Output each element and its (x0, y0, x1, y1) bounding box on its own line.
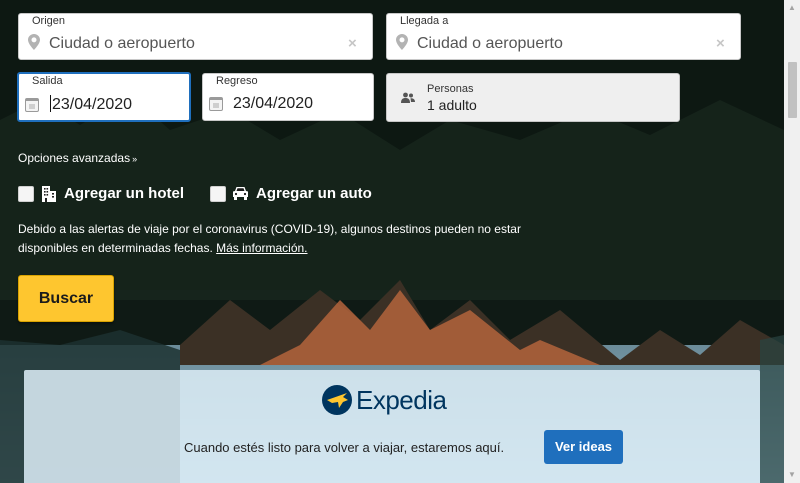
destination-input[interactable]: Ciudad o aeropuerto (417, 35, 563, 53)
close-icon[interactable]: × (348, 35, 357, 52)
map-pin-icon (396, 34, 408, 50)
double-chevron-down-icon: » (132, 154, 138, 164)
see-ideas-button[interactable]: Ver ideas (544, 430, 623, 464)
expedia-banner: Expedia Cuando estés listo para volver a… (24, 370, 760, 483)
vertical-scrollbar[interactable]: ▲ ▼ (784, 0, 800, 483)
add-car-checkbox[interactable] (210, 186, 226, 202)
departure-label: Salida (32, 75, 63, 87)
travelers-field[interactable]: Personas 1 adulto (386, 73, 680, 122)
close-icon[interactable]: × (716, 35, 725, 52)
calendar-icon (25, 98, 39, 112)
origin-field[interactable]: Origen Ciudad o aeropuerto × (18, 13, 373, 60)
advanced-options-toggle[interactable]: Opciones avanzadas» (18, 151, 137, 165)
text-cursor (50, 95, 51, 112)
return-date-field[interactable]: Regreso 23/04/2020 (202, 73, 374, 121)
scrollbar-thumb[interactable] (788, 62, 797, 118)
map-pin-icon (28, 34, 40, 50)
origin-input[interactable]: Ciudad o aeropuerto (49, 35, 195, 53)
scroll-down-arrow-icon[interactable]: ▼ (784, 467, 800, 483)
people-icon (401, 92, 415, 103)
search-button[interactable]: Buscar (18, 275, 114, 322)
departure-date-input[interactable]: 23/04/2020 (50, 95, 132, 114)
add-car-label[interactable]: Agregar un auto (256, 185, 372, 202)
car-icon (233, 187, 248, 200)
covid-notice: Debido a las alertas de viaje por el cor… (18, 220, 548, 258)
return-label: Regreso (216, 75, 258, 87)
origin-label: Origen (32, 15, 66, 27)
building-icon (42, 186, 56, 202)
expedia-logo: Expedia (321, 382, 451, 416)
return-date-input[interactable]: 23/04/2020 (233, 95, 313, 113)
departure-date-field[interactable]: Salida 23/04/2020 (17, 72, 191, 122)
expedia-wordmark: Expedia (356, 385, 447, 415)
travelers-label: Personas (427, 83, 474, 95)
banner-message: Cuando estés listo para volver a viajar,… (184, 440, 505, 455)
add-hotel-checkbox[interactable] (18, 186, 34, 202)
destination-field[interactable]: Llegada a Ciudad o aeropuerto × (386, 13, 741, 60)
add-hotel-label[interactable]: Agregar un hotel (64, 185, 184, 202)
advanced-options-label: Opciones avanzadas (18, 151, 131, 165)
scroll-up-arrow-icon[interactable]: ▲ (784, 0, 800, 16)
calendar-icon (209, 97, 223, 111)
expedia-globe-icon (322, 385, 352, 415)
destination-label: Llegada a (400, 15, 449, 27)
departure-date-value: 23/04/2020 (52, 96, 133, 113)
more-info-link[interactable]: Más información. (216, 241, 307, 255)
travelers-value: 1 adulto (427, 97, 477, 113)
